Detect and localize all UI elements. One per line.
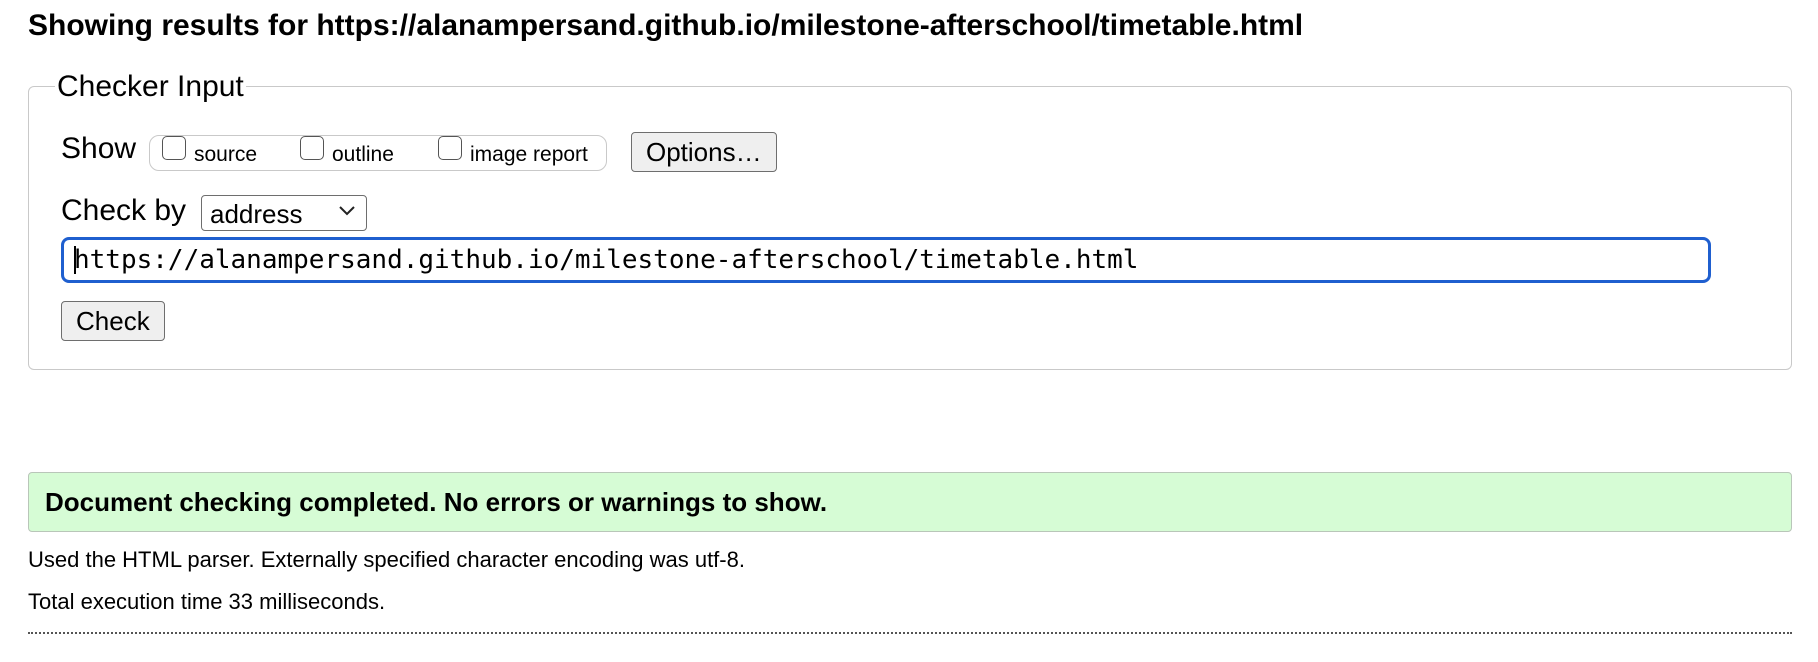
show-options-group: source outline image report <box>149 135 607 171</box>
check-by-select[interactable]: address <box>201 195 367 231</box>
check-button[interactable]: Check <box>61 301 165 341</box>
chevron-down-icon <box>339 206 355 216</box>
checker-input-legend: Checker Input <box>55 67 246 107</box>
page-title: Showing results for https://alanampersan… <box>28 9 1304 42</box>
outline-checkbox[interactable] <box>300 136 324 160</box>
dotted-divider <box>28 632 1792 634</box>
options-button[interactable]: Options… <box>631 132 777 172</box>
text-caret <box>74 246 76 274</box>
image-report-checkbox-label: image report <box>470 143 588 166</box>
source-checkbox-label: source <box>194 143 258 166</box>
url-input[interactable]: https://alanampersand.github.io/mileston… <box>61 237 1711 283</box>
check-by-select-value: address <box>210 199 303 229</box>
check-by-label: Check by <box>61 194 187 227</box>
success-message: Document checking completed. No errors o… <box>45 487 828 517</box>
parser-info: Used the HTML parser. Externally specifi… <box>28 547 745 572</box>
outline-checkbox-label: outline <box>332 143 394 166</box>
show-label: Show <box>61 132 137 165</box>
execution-time: Total execution time 33 milliseconds. <box>28 589 386 614</box>
checker-input-fieldset: Checker Input Show source outline image … <box>28 67 1792 370</box>
source-checkbox[interactable] <box>162 136 186 160</box>
success-message-box: Document checking completed. No errors o… <box>28 472 1792 532</box>
image-report-checkbox[interactable] <box>438 136 462 160</box>
